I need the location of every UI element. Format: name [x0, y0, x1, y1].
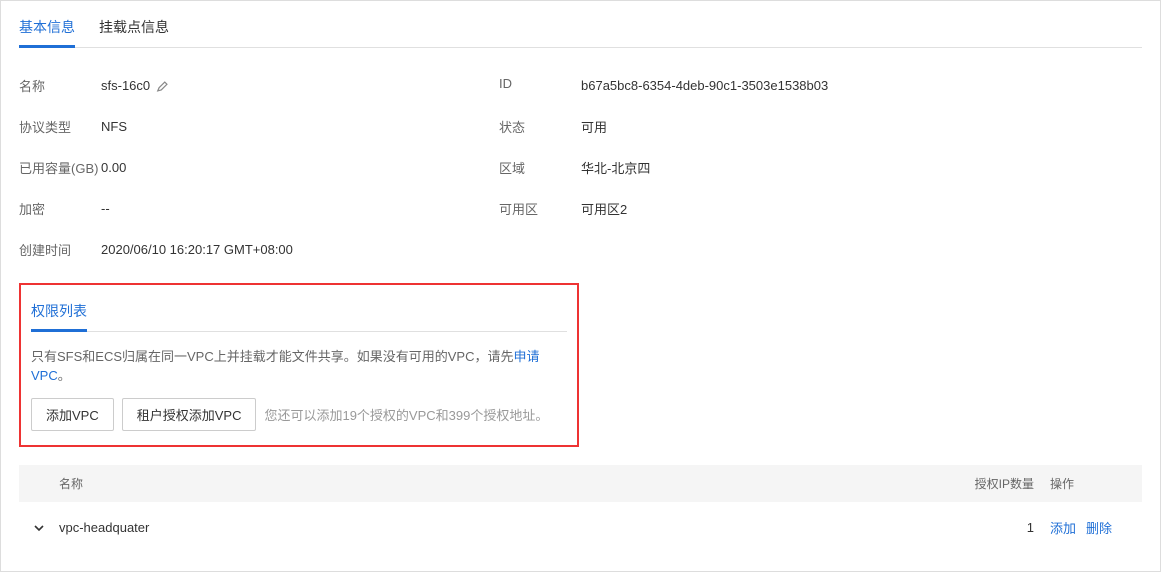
col-ipcount: 授权IP数量 [962, 475, 1042, 492]
value-region: 华北-北京四 [581, 158, 650, 177]
value-encrypt: -- [101, 201, 110, 216]
permission-highlight-box: 权限列表 只有SFS和ECS归属在同一VPC上并挂载才能文件共享。如果没有可用的… [19, 283, 579, 447]
value-created: 2020/06/10 16:20:17 GMT+08:00 [101, 242, 293, 257]
label-created: 创建时间 [19, 240, 101, 259]
value-protocol: NFS [101, 119, 127, 134]
expand-row-toggle[interactable] [19, 522, 59, 534]
chevron-down-icon [33, 522, 45, 534]
row-name: vpc-headquater [59, 520, 962, 535]
label-encrypt: 加密 [19, 199, 101, 218]
label-region: 区域 [499, 158, 581, 177]
label-protocol: 协议类型 [19, 117, 101, 136]
tab-basic-info[interactable]: 基本信息 [19, 7, 75, 48]
label-az: 可用区 [499, 199, 581, 218]
perm-hint-suffix: 。 [58, 368, 71, 383]
label-name: 名称 [19, 76, 101, 95]
col-ops: 操作 [1042, 475, 1142, 492]
label-status: 状态 [499, 117, 581, 136]
label-used: 已用容量(GB) [19, 158, 101, 177]
tab-mount-info[interactable]: 挂载点信息 [99, 7, 169, 47]
edit-name-icon[interactable] [156, 79, 170, 93]
perm-hint-text: 只有SFS和ECS归属在同一VPC上并挂载才能文件共享。如果没有可用的VPC，请… [31, 349, 513, 364]
label-id: ID [499, 76, 581, 95]
row-add-link[interactable]: 添加 [1050, 518, 1076, 537]
value-status: 可用 [581, 117, 607, 136]
tab-permission-list[interactable]: 权限列表 [31, 295, 87, 332]
add-vpc-button[interactable]: 添加VPC [31, 398, 114, 431]
value-name: sfs-16c0 [101, 78, 150, 93]
col-name: 名称 [59, 475, 962, 492]
value-az: 可用区2 [581, 199, 627, 218]
value-used: 0.00 [101, 160, 126, 175]
row-delete-link[interactable]: 删除 [1086, 518, 1112, 537]
value-id: b67a5bc8-6354-4deb-90c1-3503e1538b03 [581, 78, 828, 93]
tenant-auth-add-vpc-button[interactable]: 租户授权添加VPC [122, 398, 257, 431]
row-ipcount: 1 [962, 520, 1042, 535]
vpc-quota-text: 您还可以添加19个授权的VPC和399个授权地址。 [264, 405, 548, 424]
